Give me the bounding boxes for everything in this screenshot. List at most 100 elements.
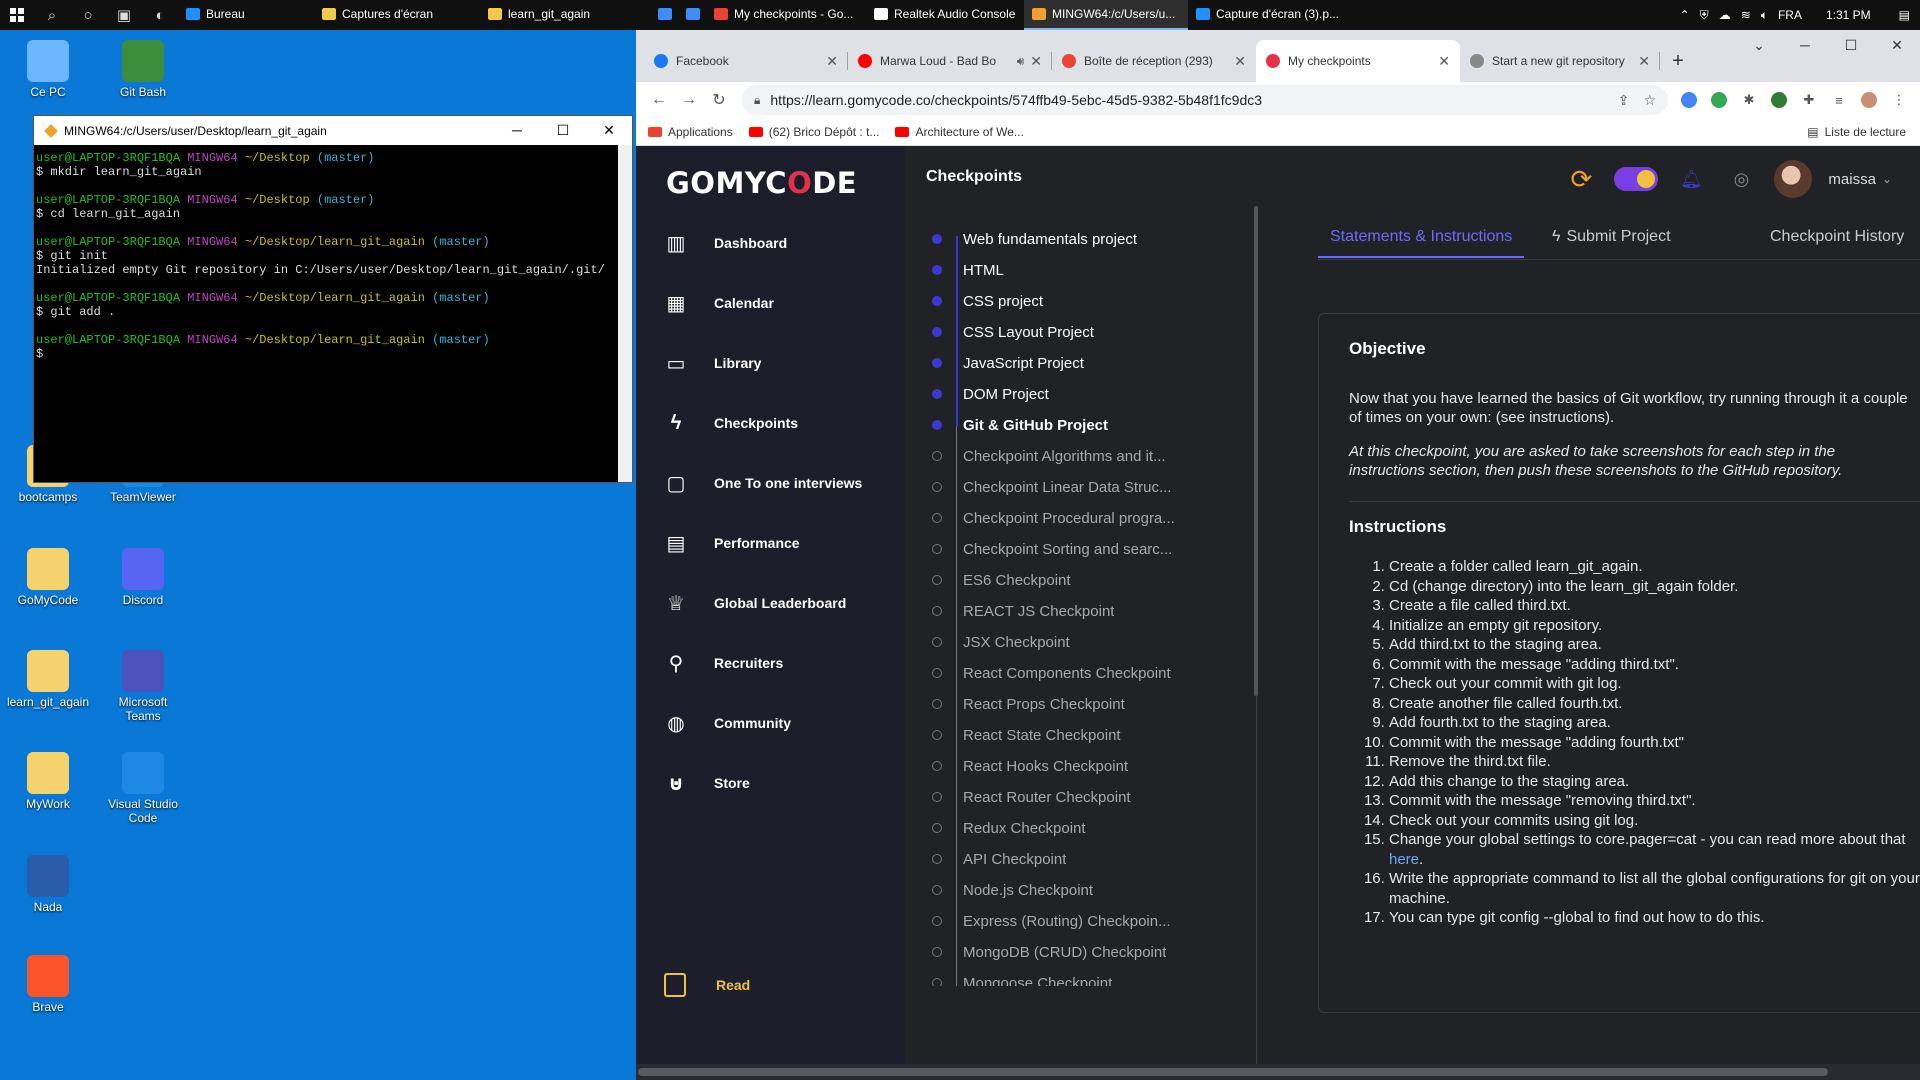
taskbar-app[interactable] [650,0,678,30]
nav-item-one-to-one-interviews[interactable]: ▢ One To one interviews [660,468,890,498]
scrollbar-thumb[interactable] [638,1068,1828,1076]
browser-tab[interactable]: Boîte de réception (293) ✕ [1052,40,1256,82]
checkpoint-item[interactable]: JavaScript Project [926,350,1236,376]
theme-toggle[interactable] [1614,167,1659,191]
checkpoint-item[interactable]: React Props Checkpoint [926,691,1236,717]
tab-close-icon[interactable]: ✕ [1638,53,1650,70]
maximize-button[interactable]: ☐ [1828,30,1874,60]
clock[interactable]: 1:31 PM [1826,8,1871,22]
bookmark-star-icon[interactable]: ☆ [1643,92,1656,109]
checkpoint-list-scrollbar[interactable] [1254,206,1258,696]
gomycode-logo[interactable]: GOMYCODE [666,166,857,200]
task-view-icon[interactable]: ▣ [106,0,142,30]
nav-item-calendar[interactable]: ▦ Calendar [660,288,890,318]
desktop-icon[interactable]: Visual Studio Code [100,752,186,825]
checkpoint-item[interactable]: Git & GitHub Project [926,412,1236,438]
checkpoint-item[interactable]: Checkpoint Linear Data Struc... [926,474,1236,500]
taskbar-app[interactable] [678,0,706,30]
checkpoint-item[interactable]: React Router Checkpoint [926,784,1236,810]
tab-close-icon[interactable]: ✕ [1438,53,1450,70]
checkpoint-item[interactable]: Checkpoint Sorting and searc... [926,536,1236,562]
nav-item-store[interactable]: ⊍ Store [660,768,890,798]
bookmark-item[interactable]: Architecture of We... [895,125,1024,139]
reading-list-button[interactable]: ▤ Liste de lecture [1807,118,1906,146]
nav-item-global-leaderboard[interactable]: ♕ Global Leaderboard [660,588,890,618]
forward-icon[interactable]: → [674,85,704,115]
desktop-icon[interactable]: Nada [5,855,91,914]
desktop-icon[interactable]: learn_git_again [5,650,91,709]
maximize-button[interactable]: ☐ [540,122,586,139]
tab-search-icon[interactable]: ⌄ [1736,30,1782,60]
desktop-icon[interactable]: Brave [5,955,91,1014]
checkpoint-item[interactable]: CSS Layout Project [926,319,1236,345]
menu-kebab-icon[interactable]: ⋮ [1886,87,1912,113]
profile-avatar-icon[interactable] [1856,87,1882,113]
username[interactable]: maissa [1828,171,1876,188]
camera-icon[interactable]: ◎ [1724,162,1758,196]
start-button[interactable] [0,0,34,30]
nav-item-library[interactable]: ▭ Library [660,348,890,378]
desktop-icon[interactable]: Ce PC [5,40,91,99]
eyedropper-extension-icon[interactable] [1706,87,1732,113]
checkpoint-item[interactable]: React Components Checkpoint [926,660,1236,686]
taskbar-app[interactable]: MINGW64:/c/Users/u... [1024,0,1188,30]
cloud-icon[interactable]: ☁ [1719,8,1731,22]
new-tab-button[interactable]: + [1660,40,1696,82]
minimize-button[interactable]: ─ [494,122,540,139]
desktop-icon[interactable]: Microsoft Teams [100,650,186,723]
desktop-icon[interactable]: GoMyCode [5,548,91,607]
bookmark-item[interactable]: (62) Brico Dépôt : t... [748,125,879,139]
minimize-button[interactable]: ─ [1782,30,1828,60]
nav-item-community[interactable]: ◍ Community [660,708,890,738]
notifications-icon[interactable]: ▤ [1899,8,1910,22]
share-icon[interactable]: ⇪ [1618,92,1630,109]
browser-tab[interactable]: Marwa Loud - Bad Bo 🔊︎ ✕ [848,40,1052,82]
nav-item-checkpoints[interactable]: ϟ Checkpoints [660,408,890,438]
browser-tab[interactable]: My checkpoints ✕ [1256,40,1460,82]
terminal-scrollbar[interactable] [618,145,632,482]
download-extension-icon[interactable] [1766,87,1792,113]
close-button[interactable]: ✕ [586,122,632,139]
git-bash-window[interactable]: MINGW64:/c/Users/user/Desktop/learn_git_… [33,115,633,483]
volume-icon[interactable]: 🔈︎ [1761,8,1768,23]
bell-icon[interactable]: 🔔︎ [1674,162,1708,196]
checkpoint-item[interactable]: Express (Routing) Checkpoin... [926,908,1236,934]
language-indicator[interactable]: FRA [1778,8,1802,22]
checkpoint-item[interactable]: Checkpoint Algorithms and it... [926,443,1236,469]
cortana-icon[interactable]: ○ [70,0,106,30]
checkpoint-item[interactable]: React State Checkpoint [926,722,1236,748]
tab-close-icon[interactable]: ✕ [1234,53,1246,70]
sync-icon[interactable]: ⟳ [1564,162,1598,196]
taskbar-app[interactable]: learn_git_again [480,0,650,30]
terminal-titlebar[interactable]: MINGW64:/c/Users/user/Desktop/learn_git_… [34,116,632,145]
checkpoint-item[interactable]: MongoDB (CRUD) Checkpoint [926,939,1236,965]
tab-close-icon[interactable]: ✕ [1030,53,1042,70]
checkpoint-item[interactable]: JSX Checkpoint [926,629,1236,655]
instruction-link[interactable]: here [1389,851,1419,868]
taskbar-app[interactable]: Capture d'écran (3).p... [1188,0,1358,30]
nav-item-recruiters[interactable]: ⚲ Recruiters [660,648,890,678]
reload-icon[interactable]: ↻ [704,85,734,115]
desktop-icon[interactable]: Discord [100,548,186,607]
translate-extension-icon[interactable] [1676,87,1702,113]
chevron-up-icon[interactable]: ⌃ [1680,8,1690,22]
search-icon[interactable]: ⌕ [34,0,70,30]
security-icon[interactable]: ⛨ [1700,8,1709,23]
checkpoint-item[interactable]: Web fundamentals project [926,226,1236,252]
edge-icon[interactable]: ◐ [142,0,178,30]
desktop-icon[interactable]: MyWork [5,752,91,811]
checkpoint-item[interactable]: React Hooks Checkpoint [926,753,1236,779]
browser-tab[interactable]: Facebook ✕ [644,40,848,82]
audio-icon[interactable]: 🔊︎ [1017,54,1025,69]
lock-icon[interactable]: 🔒︎ [754,93,760,108]
checkpoint-item[interactable]: HTML [926,257,1236,283]
taskbar-app[interactable]: My checkpoints - Go... [706,0,866,30]
bug-extension-icon[interactable]: ✱ [1736,87,1762,113]
address-bar[interactable]: 🔒︎ https://learn.gomycode.co/checkpoints… [742,85,1668,115]
checkpoint-item[interactable]: ES6 Checkpoint [926,567,1236,593]
checkpoint-item[interactable]: CSS project [926,288,1236,314]
checkpoint-item[interactable]: Checkpoint Procedural progra... [926,505,1236,531]
bookmark-item[interactable]: Applications [648,125,733,139]
read-button[interactable]: Read [660,970,750,1000]
tab-submit-project[interactable]: ϟ Submit Project [1552,228,1671,258]
